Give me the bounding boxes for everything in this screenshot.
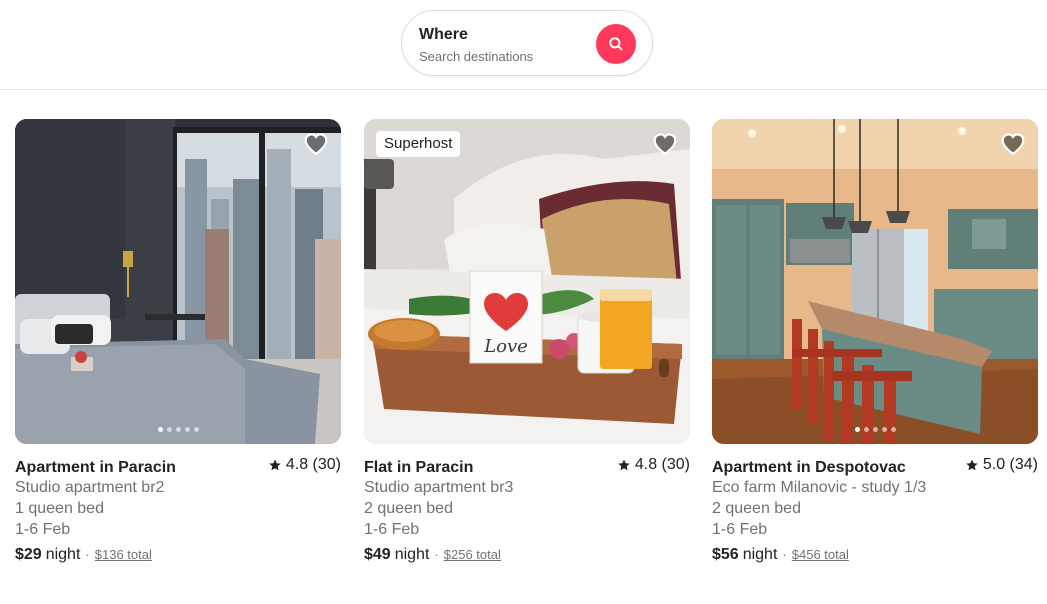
listing-beds: 2 queen bed xyxy=(712,500,801,517)
favorite-button[interactable] xyxy=(652,131,678,157)
pagination-dot[interactable] xyxy=(166,427,172,432)
kitchen-photo xyxy=(712,119,1038,444)
listing-photo[interactable] xyxy=(15,119,341,444)
listing-info: Apartment in Despotovac 5.0 (34) Eco far… xyxy=(712,456,1038,567)
listing-rating: 4.8 (30) xyxy=(617,456,690,474)
listing-beds: 2 queen bed xyxy=(364,500,453,517)
price-total-link[interactable]: $456 total xyxy=(792,547,849,562)
listing-subtitle: Eco farm Milanovic - study 1/3 xyxy=(712,479,927,496)
search-button[interactable] xyxy=(596,24,636,64)
listing-subtitle: Studio apartment br2 xyxy=(15,479,165,496)
star-icon xyxy=(966,459,978,471)
heart-icon xyxy=(653,133,677,156)
price-separator: · xyxy=(782,547,787,562)
pagination-dot[interactable] xyxy=(157,427,163,432)
listing-title[interactable]: Apartment in Paracin xyxy=(15,459,176,477)
price-unit: night xyxy=(45,546,81,563)
superhost-badge: Superhost xyxy=(376,131,461,157)
pagination-dot[interactable] xyxy=(193,427,199,432)
bedroom-city-view-photo xyxy=(15,119,341,444)
rating-value: 4.8 (30) xyxy=(634,456,690,473)
listing-title[interactable]: Apartment in Despotovac xyxy=(712,459,906,477)
listing-title[interactable]: Flat in Paracin xyxy=(364,459,473,477)
listing-photo[interactable] xyxy=(712,119,1038,444)
listing-dates: 1-6 Feb xyxy=(15,521,71,538)
star-icon xyxy=(618,459,630,471)
favorite-button[interactable] xyxy=(1000,131,1026,157)
listing-beds: 1 queen bed xyxy=(15,500,104,517)
listing-subtitle: Studio apartment br3 xyxy=(364,479,514,496)
listing-dates: 1-6 Feb xyxy=(364,521,420,538)
listing-info: Flat in Paracin 4.8 (30) Studio apartmen… xyxy=(364,456,690,567)
favorite-button[interactable] xyxy=(303,131,329,157)
pagination-dot[interactable] xyxy=(184,427,190,432)
listing-price-row: $29 night · $136 total xyxy=(15,546,341,567)
photo-pagination-dots xyxy=(15,427,341,432)
listing-card[interactable]: Apartment in Despotovac 5.0 (34) Eco far… xyxy=(712,119,1038,567)
photo-pagination-dots xyxy=(712,427,1038,432)
search-destination-input[interactable] xyxy=(419,47,589,65)
price-separator: · xyxy=(434,547,439,562)
pagination-dot[interactable] xyxy=(175,427,181,432)
price-per-night: $29 xyxy=(15,546,42,563)
price-per-night: $56 xyxy=(712,546,739,563)
top-header: Where xyxy=(0,0,1047,90)
price-per-night: $49 xyxy=(364,546,391,563)
listing-rating: 5.0 (34) xyxy=(965,456,1038,474)
search-icon xyxy=(609,37,623,51)
star-icon xyxy=(269,459,281,471)
listing-dates: 1-6 Feb xyxy=(712,521,768,538)
price-total-link[interactable]: $256 total xyxy=(444,547,501,562)
price-unit: night xyxy=(394,546,430,563)
listing-price-row: $56 night · $456 total xyxy=(712,546,1038,567)
price-separator: · xyxy=(85,547,90,562)
heart-icon xyxy=(304,133,328,156)
rating-value: 5.0 (34) xyxy=(982,456,1038,473)
price-total-link[interactable]: $136 total xyxy=(95,547,152,562)
listing-card[interactable]: Love Superhost Flat in Paracin 4.8 (30) … xyxy=(364,119,690,567)
breakfast-tray-photo: Love xyxy=(364,119,690,444)
search-where-label: Where xyxy=(419,26,468,43)
pagination-dot[interactable] xyxy=(863,427,869,432)
pagination-dot[interactable] xyxy=(881,427,887,432)
pagination-dot[interactable] xyxy=(890,427,896,432)
rating-value: 4.8 (30) xyxy=(285,456,341,473)
search-bar[interactable]: Where xyxy=(401,10,653,76)
pagination-dot[interactable] xyxy=(872,427,878,432)
listing-card[interactable]: Apartment in Paracin 4.8 (30) Studio apa… xyxy=(15,119,341,567)
listing-photo[interactable]: Love Superhost xyxy=(364,119,690,444)
listing-rating: 4.8 (30) xyxy=(268,456,341,474)
price-unit: night xyxy=(742,546,778,563)
listing-info: Apartment in Paracin 4.8 (30) Studio apa… xyxy=(15,456,341,567)
love-card-text: Love xyxy=(483,336,528,357)
listing-price-row: $49 night · $256 total xyxy=(364,546,690,567)
heart-icon xyxy=(1001,133,1025,156)
pagination-dot[interactable] xyxy=(854,427,860,432)
